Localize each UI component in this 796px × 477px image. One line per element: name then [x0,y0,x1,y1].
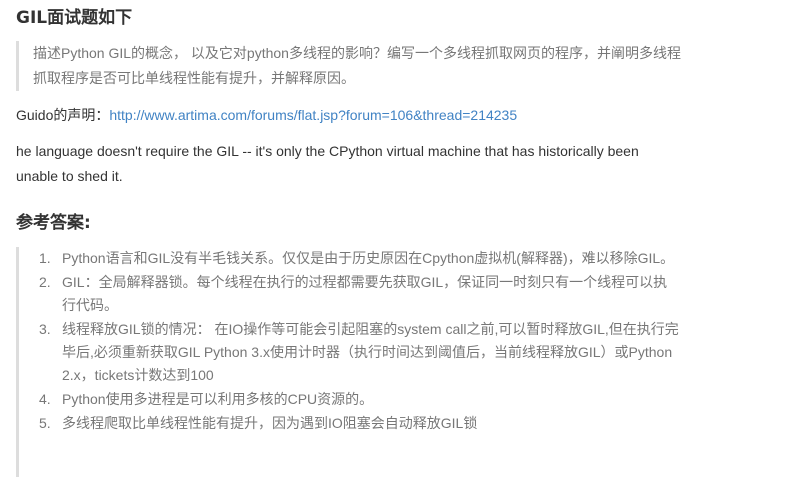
list-item-text: Python使用多进程是可以利用多核的CPU资源的。 [62,391,374,407]
list-item: 2. GIL：全局解释器锁。每个线程在执行的过程都需要先获取GIL，保证同一时刻… [19,271,679,317]
list-item-text: 多线程爬取比单线程性能有提升，因为遇到IO阻塞会自动释放GIL锁 [62,415,478,431]
section-title-gil-questions: GIL面试题如下 [16,8,133,28]
answers-list: 1. Python语言和GIL没有半毛钱关系。仅仅是由于历史原因在Cpython… [19,247,679,435]
english-quote-paragraph: he language doesn't require the GIL -- i… [16,143,639,184]
list-item: 1. Python语言和GIL没有半毛钱关系。仅仅是由于历史原因在Cpython… [19,247,679,270]
answers-blockquote: 1. Python语言和GIL没有半毛钱关系。仅仅是由于历史原因在Cpython… [16,247,679,477]
guido-statement: Guido的声明：http://www.artima.com/forums/fl… [16,104,517,126]
question-blockquote: 描述Python GIL的概念， 以及它对python多线程的影响？编写一个多线… [16,41,693,91]
article-page: GIL面试题如下 描述Python GIL的概念， 以及它对python多线程的… [0,0,796,477]
list-item-text: Python语言和GIL没有半毛钱关系。仅仅是由于历史原因在Cpython虚拟机… [62,250,675,266]
list-item: 5. 多线程爬取比单线程性能有提升，因为遇到IO阻塞会自动释放GIL锁 [19,412,679,435]
list-item-text: GIL：全局解释器锁。每个线程在执行的过程都需要先获取GIL，保证同一时刻只有一… [62,274,668,313]
list-item-number: 3. [39,321,51,337]
guido-link[interactable]: http://www.artima.com/forums/flat.jsp?fo… [109,107,517,123]
guido-label: Guido的声明： [16,107,110,123]
list-item-text: 线程释放GIL锁的情况： 在IO操作等可能会引起阻塞的system call之前… [62,321,679,383]
list-item-number: 1. [39,250,51,266]
list-item-number: 5. [39,415,51,431]
list-item: 3. 线程释放GIL锁的情况： 在IO操作等可能会引起阻塞的system cal… [19,318,679,387]
question-text: 描述Python GIL的概念， 以及它对python多线程的影响？编写一个多线… [33,45,681,86]
section-title-reference-answers: 参考答案: [16,213,91,233]
list-item-number: 4. [39,391,51,407]
list-item-number: 2. [39,274,51,290]
list-item: 4. Python使用多进程是可以利用多核的CPU资源的。 [19,388,679,411]
